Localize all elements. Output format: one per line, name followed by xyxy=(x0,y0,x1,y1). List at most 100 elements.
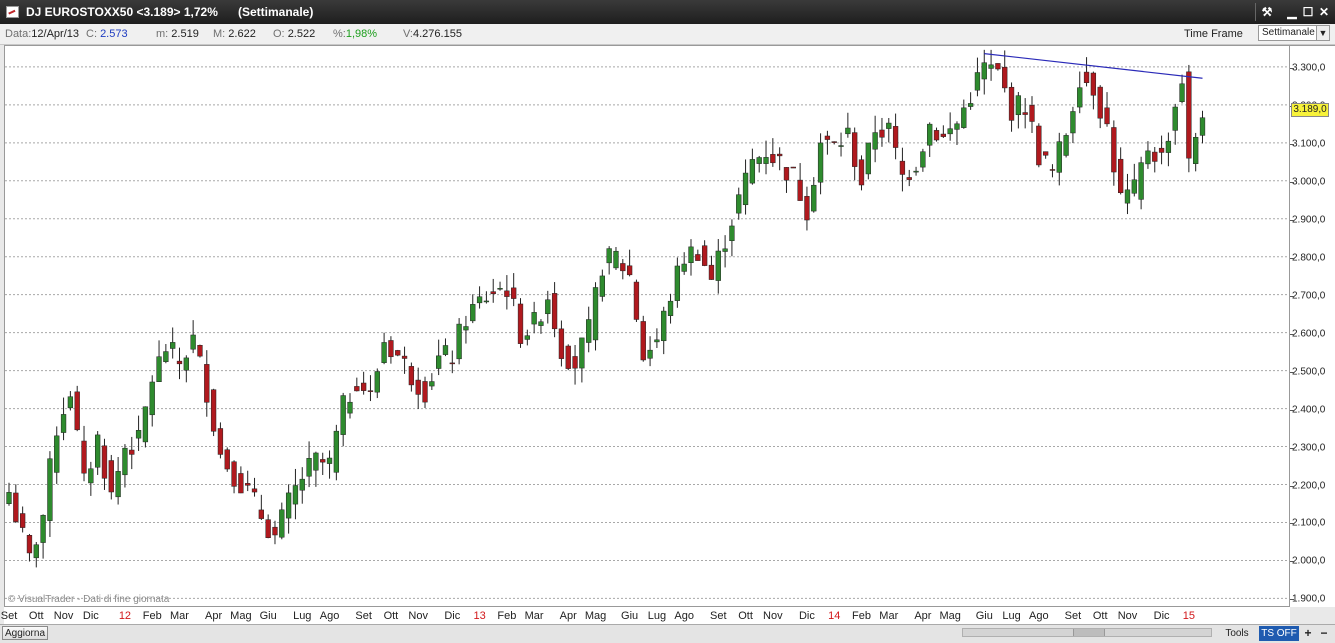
candle-up xyxy=(1179,83,1185,102)
y-tick xyxy=(1290,447,1294,449)
candle-down xyxy=(695,254,701,261)
minimize-icon[interactable]: ▁ xyxy=(1284,4,1300,20)
candle-up xyxy=(285,492,292,519)
candle-up xyxy=(715,250,721,281)
info-min: m: 2.519 xyxy=(156,28,199,40)
x-tick-label: Giu xyxy=(975,610,993,622)
x-tick-label: Ott xyxy=(383,610,399,622)
candle-up xyxy=(436,355,442,369)
candle-up xyxy=(538,321,544,326)
y-tick-label: 2.300,0 xyxy=(1292,442,1326,454)
close-label: C: xyxy=(86,28,97,40)
close-icon[interactable]: ✕ xyxy=(1316,4,1332,20)
window-timeframe-title: (Settimanale) xyxy=(238,5,314,19)
candle-down xyxy=(558,328,565,359)
chart-area[interactable] xyxy=(4,45,1290,607)
candle-down xyxy=(1186,71,1192,159)
candle-up xyxy=(1063,135,1069,156)
candle-up xyxy=(722,248,728,252)
y-tick xyxy=(1290,333,1294,335)
candle-up xyxy=(60,414,67,433)
candle-up xyxy=(606,248,612,264)
candle-up xyxy=(845,127,851,135)
candle-up xyxy=(470,304,476,322)
x-tick-label: Mar xyxy=(524,610,544,622)
candle-down xyxy=(210,389,217,432)
candle-down xyxy=(777,153,783,157)
tool-icon[interactable]: ⚒ xyxy=(1259,4,1275,20)
candle-up xyxy=(135,430,142,439)
candle-up xyxy=(667,300,674,316)
candle-down xyxy=(899,160,906,175)
info-open: O: 2.522 xyxy=(273,28,315,40)
date-label: Data: xyxy=(5,28,32,40)
aggiorna-button[interactable]: Aggiorna xyxy=(2,626,48,640)
candle-down xyxy=(1158,147,1165,153)
y-tick-label: 2.900,0 xyxy=(1292,214,1326,226)
candle-up xyxy=(442,345,449,355)
zoom-in-button[interactable]: + xyxy=(1301,626,1315,641)
ts-toggle-button[interactable]: TS OFF xyxy=(1259,626,1299,641)
candle-up xyxy=(483,300,490,303)
candle-up xyxy=(463,326,469,331)
info-close: C: 2.573 xyxy=(86,28,128,40)
candle-up xyxy=(374,371,380,393)
candle-up xyxy=(688,246,694,263)
x-tick-label: Mag xyxy=(230,610,252,622)
candle-up xyxy=(88,468,94,484)
x-tick-label: Lug xyxy=(1002,610,1021,622)
candle-down xyxy=(633,281,640,320)
min-value: 2.519 xyxy=(171,28,199,40)
candle-up xyxy=(95,434,101,468)
x-tick-label: Dic xyxy=(444,610,461,622)
candle-down xyxy=(824,135,831,140)
x-tick-label: Mag xyxy=(584,610,607,622)
candle-down xyxy=(1097,86,1103,119)
candle-up xyxy=(326,457,333,464)
candle-up xyxy=(647,349,653,359)
date-value: 12/Apr/13 xyxy=(31,28,79,40)
candle-down xyxy=(360,382,367,391)
candle-up xyxy=(115,471,121,498)
scrollbar-thumb[interactable] xyxy=(1073,629,1105,636)
candle-up xyxy=(865,142,871,175)
tools-button[interactable]: Tools xyxy=(1215,626,1259,641)
y-tick-label: 2.000,0 xyxy=(1292,555,1326,567)
candle-up xyxy=(961,107,967,128)
candle-down xyxy=(852,132,858,167)
candle-up xyxy=(1124,189,1131,204)
x-tick-label: Nov xyxy=(408,610,428,622)
y-tick xyxy=(1290,409,1294,411)
zoom-out-button[interactable]: − xyxy=(1317,626,1331,641)
candle-up xyxy=(1172,106,1178,131)
candle-up xyxy=(1193,137,1199,164)
max-value: 2.622 xyxy=(228,28,256,40)
horizontal-scrollbar[interactable] xyxy=(962,628,1212,637)
candle-up xyxy=(456,323,462,360)
candle-up xyxy=(654,339,660,343)
x-tick-label: Nov xyxy=(53,610,74,622)
candle-down xyxy=(238,473,244,494)
x-tick-label: Lug xyxy=(293,610,312,622)
chevron-down-icon[interactable]: ▼ xyxy=(1316,26,1329,40)
restore-icon[interactable]: ☐ xyxy=(1300,4,1316,20)
x-tick-label: Set xyxy=(710,610,727,622)
candle-up xyxy=(313,452,319,471)
x-tick-label: Giu xyxy=(621,610,639,622)
y-tick xyxy=(1290,561,1294,563)
candle-up xyxy=(763,157,769,164)
candle-up xyxy=(981,62,987,80)
timeframe-select[interactable]: Settimanale ▼ xyxy=(1258,25,1330,41)
candle-down xyxy=(176,360,183,365)
candle-down xyxy=(320,459,326,463)
price-axis: 1.900,0 2.000,0 2.100,0 2.200,0 2.300,0 2.400… xyxy=(1290,45,1335,607)
candle-up xyxy=(1077,87,1083,108)
x-tick-label: Dic xyxy=(798,610,815,622)
candle-down xyxy=(1042,151,1049,156)
candle-down xyxy=(620,263,626,272)
x-tick-label: Feb xyxy=(497,610,517,622)
candle-down xyxy=(511,287,517,299)
y-tick-label: 2.100,0 xyxy=(1292,517,1326,529)
title-bar[interactable]: DJ EUROSTOXX50 <3.189> 1,72% (Settimanal… xyxy=(0,0,1335,24)
candle-up xyxy=(838,145,844,147)
